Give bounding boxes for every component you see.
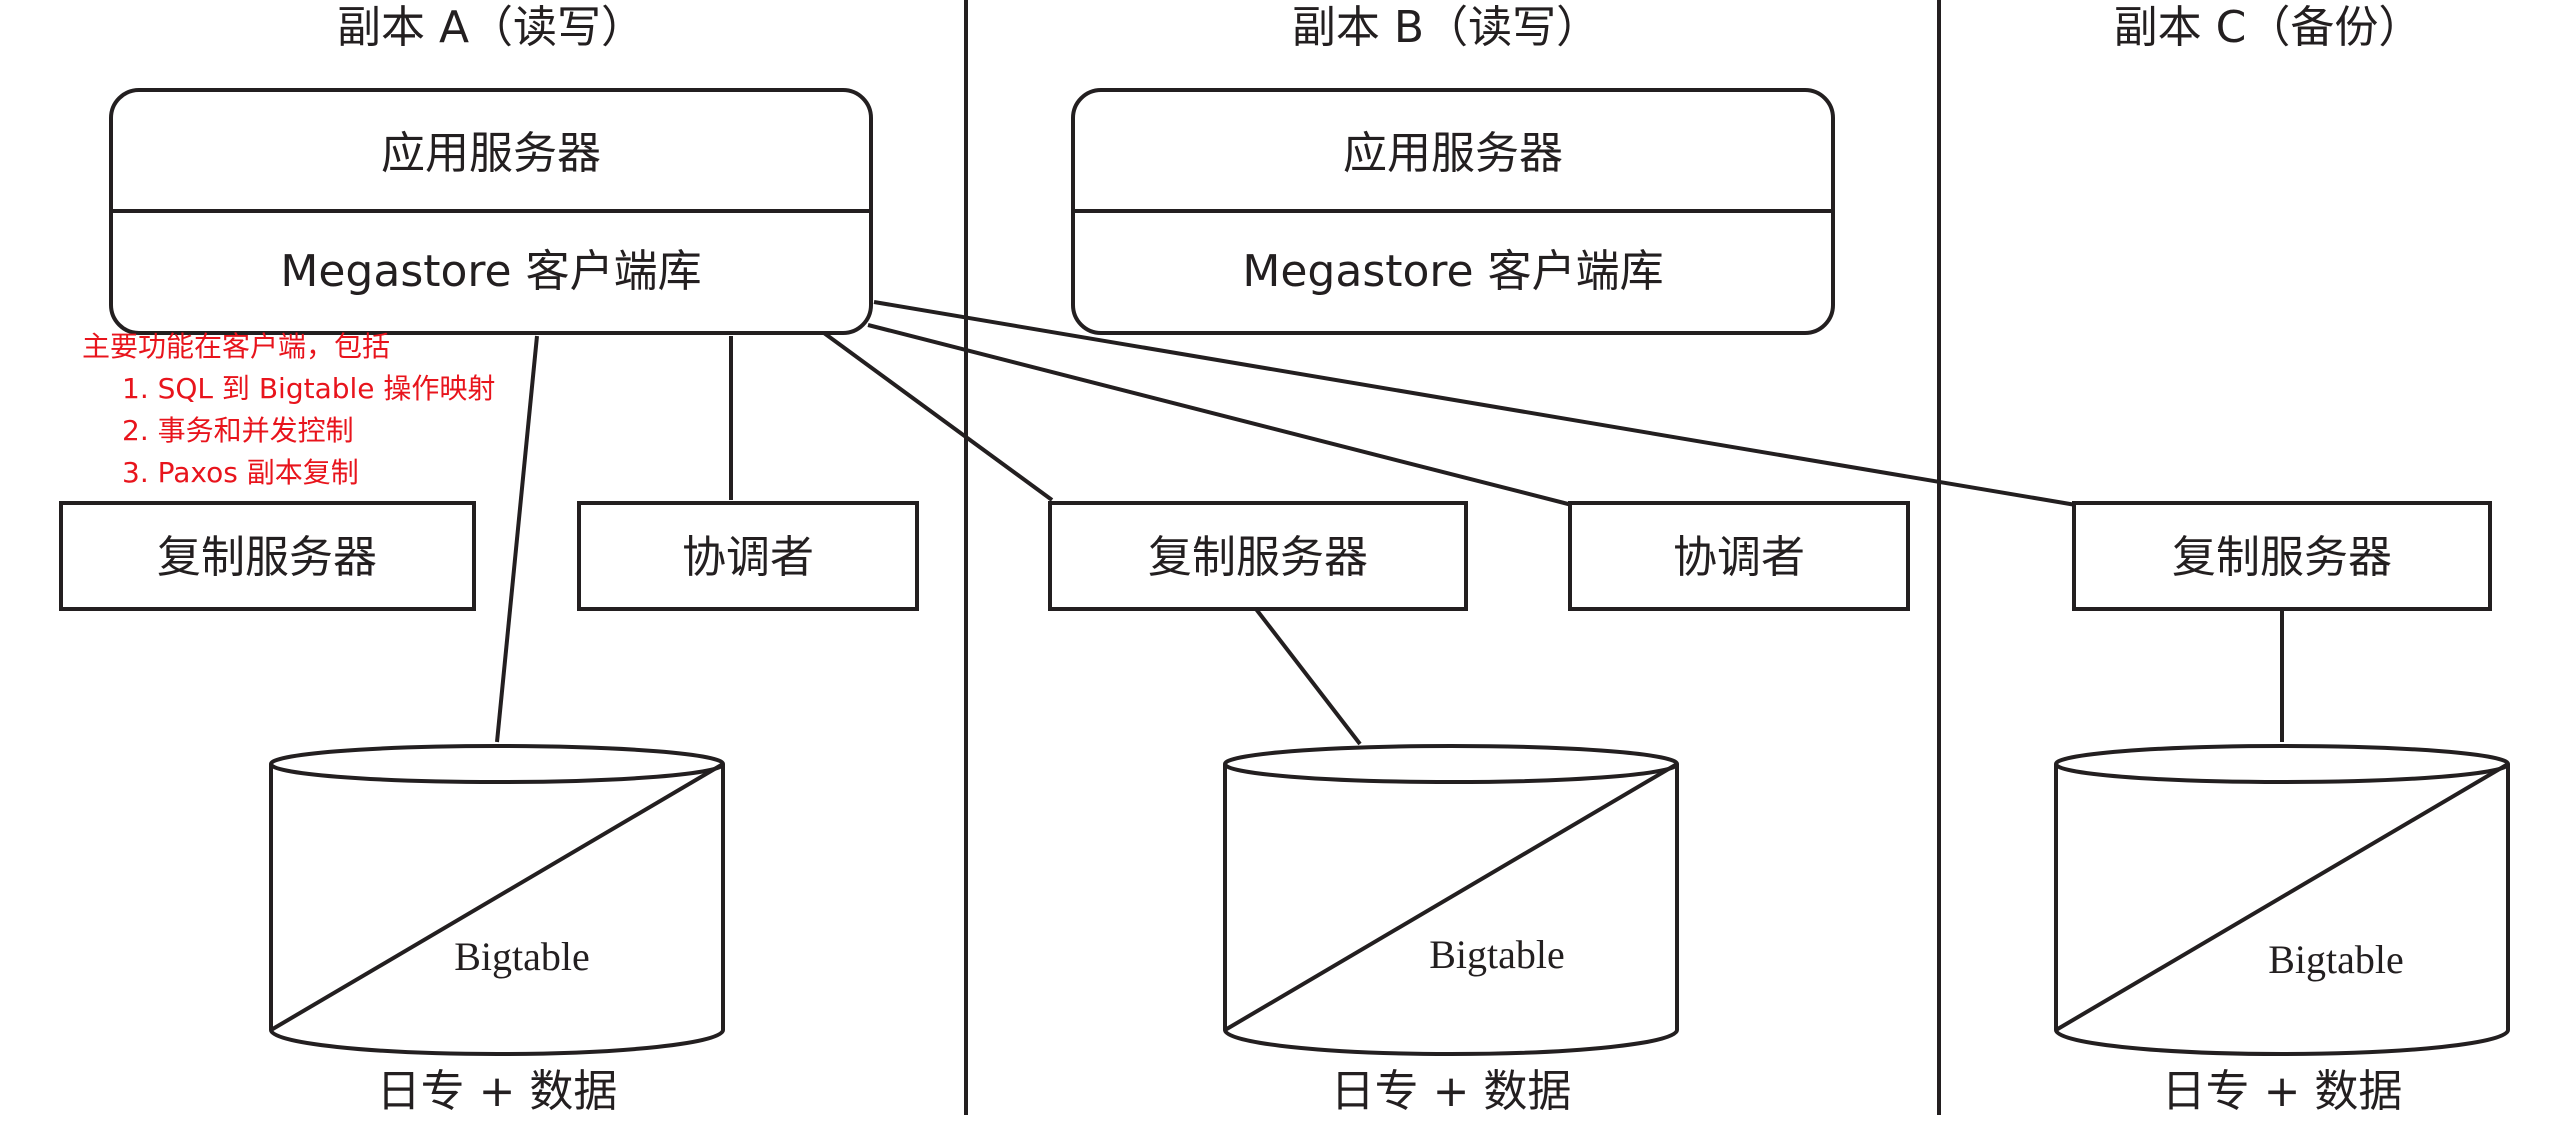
bigtable-label-c: Bigtable [2268, 937, 2404, 982]
replication-server-label-a: 复制服务器 [157, 532, 377, 583]
coordinator-label-b: 协调者 [1673, 532, 1805, 583]
bigtable-label-a: Bigtable [454, 934, 590, 979]
storage-caption-b: 日专 + 数据 [1331, 1066, 1572, 1117]
storage-caption-a: 日专 + 数据 [377, 1066, 618, 1117]
annotation-item: 3. Paxos 副本复制 [122, 456, 359, 489]
arrow-client-a-to-coordinator-b [867, 323, 1573, 507]
app-server-label-b: 应用服务器 [1343, 128, 1563, 179]
coordinator-label-a: 协调者 [682, 532, 814, 583]
replica-title-b: 副本 B（读写） [1292, 2, 1600, 53]
replication-server-label-b: 复制服务器 [1148, 532, 1368, 583]
replica-title-c: 副本 C（备份） [2114, 2, 2423, 53]
bigtable-cylinder-a [269, 744, 725, 1056]
replica-title-a: 副本 A（读写） [337, 2, 645, 53]
bigtable-label-b: Bigtable [1429, 932, 1565, 977]
storage-caption-c: 日专 + 数据 [2162, 1066, 2403, 1117]
annotation-item: 1. SQL 到 Bigtable 操作映射 [122, 372, 496, 405]
client-library-label-a: Megastore 客户端库 [280, 246, 701, 297]
client-library-label-b: Megastore 客户端库 [1242, 246, 1663, 297]
bigtable-cylinder-c [2054, 744, 2510, 1056]
replication-server-label-c: 复制服务器 [2172, 532, 2392, 583]
arrow-client-a-to-bigtable-a [495, 335, 539, 743]
annotation-item: 2. 事务和并发控制 [122, 414, 354, 447]
megastore-architecture-diagram: 副本 A（读写） 副本 B（读写） 副本 C（备份） 应用服务器 应用服务器 M… [59, 0, 2510, 1117]
app-server-label-a: 应用服务器 [381, 128, 601, 179]
bigtable-cylinder-b [1223, 744, 1679, 1056]
client-function-annotation: 主要功能在客户端，包括 1. SQL 到 Bigtable 操作映射 2. 事务… [82, 326, 495, 494]
arrow-client-a-to-replication-server-b [822, 331, 1054, 502]
annotation-heading: 主要功能在客户端，包括 [82, 330, 391, 363]
arrow-replication-server-b-to-bigtable-b [1254, 607, 1362, 746]
